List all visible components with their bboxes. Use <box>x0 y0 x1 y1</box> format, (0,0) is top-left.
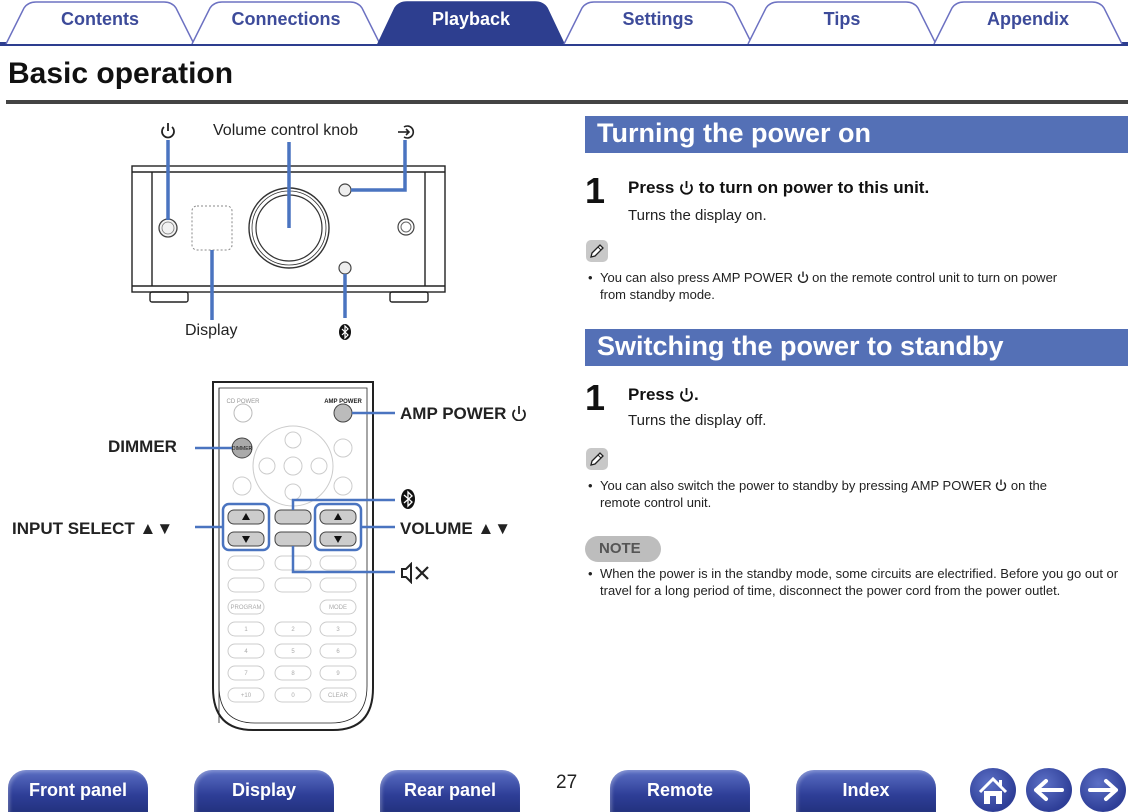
remote-digit-3: 3 <box>336 627 340 633</box>
index-button[interactable]: Index <box>796 770 936 812</box>
remote-digit-6: 6 <box>336 649 340 655</box>
remote-digit-1: 1 <box>244 627 248 633</box>
remote-digit-5: 5 <box>291 649 295 655</box>
remote-nav-ring <box>252 425 334 507</box>
remote-digit-2: 2 <box>291 627 295 633</box>
tab-connections[interactable]: Connections <box>190 0 382 44</box>
step-title: Press . <box>628 385 699 404</box>
display-label: Display <box>185 322 238 339</box>
headphone-jack <box>397 218 415 236</box>
remote-down-button <box>284 483 302 501</box>
remote-left-button <box>258 457 276 475</box>
note-bullet: You can also switch the power to standby… <box>588 477 1128 511</box>
step-description: Turns the display on. <box>628 207 767 224</box>
back-button[interactable] <box>1026 768 1072 812</box>
tab-appendix[interactable]: Appendix <box>932 0 1124 44</box>
power-icon <box>512 406 527 422</box>
power-icon <box>161 123 175 139</box>
back-arrow-icon <box>1034 779 1064 801</box>
remote-right-button <box>310 457 328 475</box>
remote-digit-4: 4 <box>244 649 248 655</box>
front-panel-diagram <box>131 123 446 340</box>
input-icon <box>398 125 415 139</box>
tab-settings[interactable]: Settings <box>562 0 754 44</box>
remote-mute-button <box>274 531 312 547</box>
bluetooth-icon <box>401 489 415 509</box>
page-title: Basic operation <box>8 57 234 90</box>
tab-playback[interactable]: Playback <box>375 0 567 46</box>
remote-bluetooth-button <box>274 509 312 525</box>
pencil-icon <box>586 448 608 470</box>
section-heading-power-on: Turning the power on <box>585 116 1128 153</box>
home-icon <box>978 776 1008 804</box>
remote-program-label: PROGRAM <box>230 605 261 611</box>
step-number: 1 <box>585 170 606 211</box>
remote-digit-9: 9 <box>336 671 340 677</box>
input-select-callout: INPUT SELECT ▲▼ <box>12 519 174 538</box>
remote-button[interactable]: Remote <box>610 770 750 812</box>
forward-arrow-icon <box>1088 779 1118 801</box>
note-text: When the power is in the standby mode, s… <box>588 565 1128 599</box>
note-badge: NOTE <box>585 536 661 562</box>
tab-bar: Contents Connections Playback Settings T… <box>0 0 1128 46</box>
tab-contents[interactable]: Contents <box>4 0 196 44</box>
front-bluetooth-button <box>338 261 352 275</box>
remote-clear-label: CLEAR <box>328 693 349 699</box>
bluetooth-icon <box>339 324 351 340</box>
callout-lines <box>166 140 407 320</box>
power-icon <box>680 388 693 402</box>
remote-control-diagram: CD POWER AMP POWER DIMMER PROGRAM MODE 1 <box>195 381 395 731</box>
volume-callout: VOLUME ▲▼ <box>400 519 512 538</box>
rear-panel-button[interactable]: Rear panel <box>380 770 520 812</box>
remote-digit-8: 8 <box>291 671 295 677</box>
step-title: Press to turn on power to this unit. <box>628 178 930 197</box>
front-display <box>191 205 233 251</box>
remote-back-button <box>232 476 252 496</box>
step-number: 1 <box>585 377 606 418</box>
remote-plus10: +10 <box>241 693 252 699</box>
title-divider <box>6 100 1128 104</box>
front-input-button <box>338 183 352 197</box>
section-heading-standby: Switching the power to standby <box>585 329 1128 366</box>
power-icon <box>996 479 1007 491</box>
power-icon <box>797 271 808 283</box>
remote-dimmer-label: DIMMER <box>232 446 253 452</box>
page-number: 27 <box>556 772 578 793</box>
pencil-icon <box>586 240 608 262</box>
amp-power-callout: AMP POWER <box>400 404 527 424</box>
remote-up-button <box>284 431 302 449</box>
forward-button[interactable] <box>1080 768 1126 812</box>
volume-knob-label: Volume control knob <box>213 122 358 139</box>
home-button[interactable] <box>970 768 1016 812</box>
front-panel-button[interactable]: Front panel <box>8 770 148 812</box>
remote-digit-7: 7 <box>244 671 248 677</box>
remote-amp-power-button <box>333 403 353 423</box>
dimmer-callout: DIMMER <box>108 437 177 456</box>
remote-info-button <box>333 438 353 458</box>
mute-icon <box>401 562 429 584</box>
remote-cd-power-button <box>233 403 253 423</box>
display-button[interactable]: Display <box>194 770 334 812</box>
remote-enter-button <box>283 456 303 476</box>
remote-digit-0: 0 <box>291 693 295 699</box>
power-icon <box>680 181 693 195</box>
tab-tips[interactable]: Tips <box>746 0 938 44</box>
note-bullet: You can also press AMP POWER on the remo… <box>588 269 1128 303</box>
step-description: Turns the display off. <box>628 412 767 429</box>
remote-mode-label: MODE <box>329 605 347 611</box>
remote-amp-setup-button <box>333 476 353 496</box>
front-power-button <box>158 218 178 238</box>
